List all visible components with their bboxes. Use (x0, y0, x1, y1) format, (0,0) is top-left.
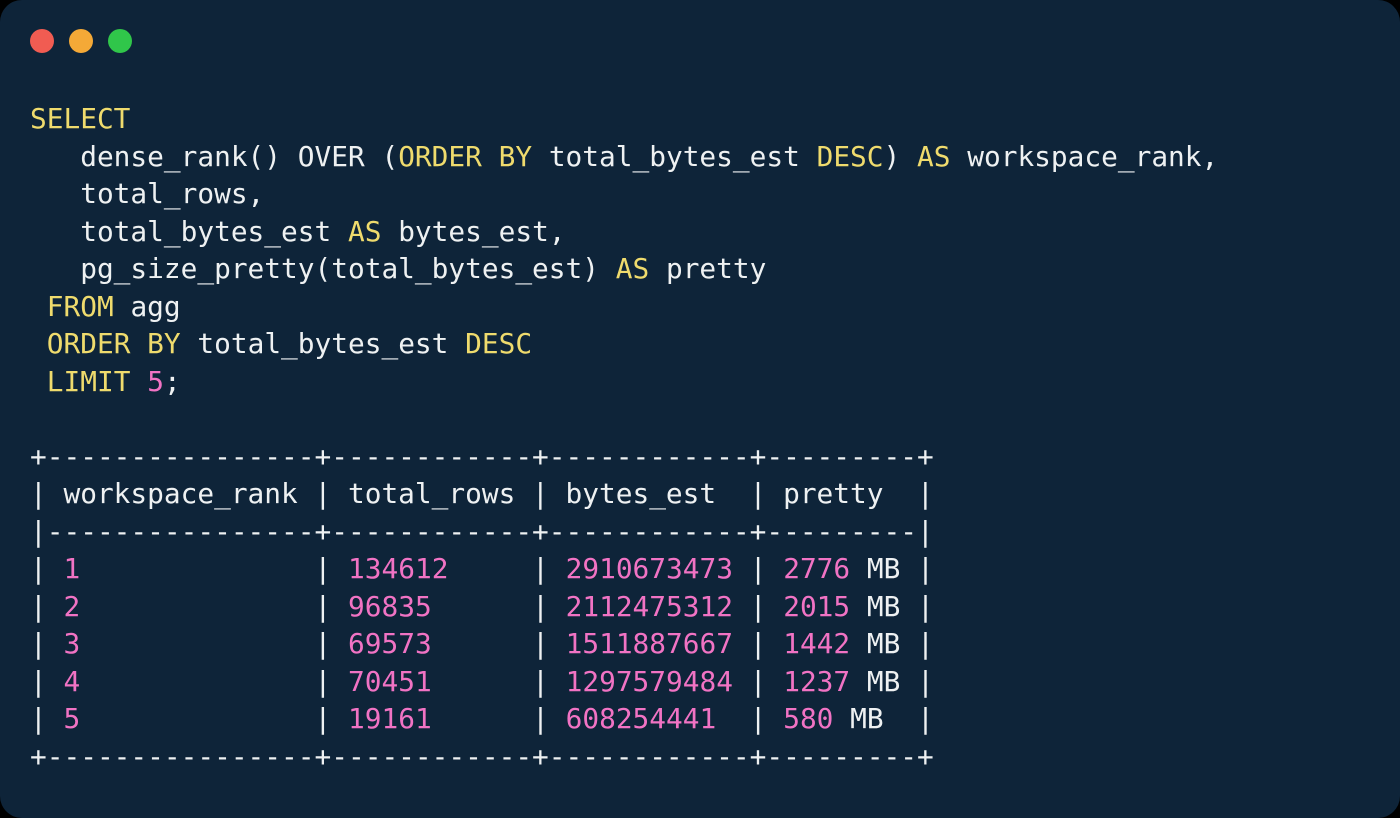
table-row: | 3 | 69573 | 1511887667 | 1442 MB | (30, 625, 1218, 663)
zoom-button[interactable] (108, 29, 132, 53)
sql-query: SELECT dense_rank() OVER (ORDER BY total… (30, 100, 1218, 400)
query-line: LIMIT 5; (30, 363, 1218, 401)
table-border-top: +----------------+------------+---------… (30, 438, 1218, 476)
table-border-bottom: +----------------+------------+---------… (30, 738, 1218, 776)
result-table: +----------------+------------+---------… (30, 438, 1218, 776)
table-row: | 5 | 19161 | 608254441 | 580 MB | (30, 700, 1218, 738)
query-line: pg_size_pretty(total_bytes_est) AS prett… (30, 250, 1218, 288)
table-separator: |----------------+------------+---------… (30, 513, 1218, 551)
minimize-button[interactable] (69, 29, 93, 53)
query-line: ORDER BY total_bytes_est DESC (30, 325, 1218, 363)
terminal-window: SELECT dense_rank() OVER (ORDER BY total… (0, 0, 1400, 818)
close-button[interactable] (30, 29, 54, 53)
table-row: | 4 | 70451 | 1297579484 | 1237 MB | (30, 663, 1218, 701)
table-row: | 2 | 96835 | 2112475312 | 2015 MB | (30, 588, 1218, 626)
query-line: total_bytes_est AS bytes_est, (30, 213, 1218, 251)
query-line: SELECT (30, 100, 1218, 138)
query-line: dense_rank() OVER (ORDER BY total_bytes_… (30, 138, 1218, 176)
table-header-row: | workspace_rank | total_rows | bytes_es… (30, 475, 1218, 513)
window-controls (30, 29, 132, 53)
query-line: FROM agg (30, 288, 1218, 326)
query-line: total_rows, (30, 175, 1218, 213)
terminal-content: SELECT dense_rank() OVER (ORDER BY total… (30, 100, 1218, 775)
table-row: | 1 | 134612 | 2910673473 | 2776 MB | (30, 550, 1218, 588)
